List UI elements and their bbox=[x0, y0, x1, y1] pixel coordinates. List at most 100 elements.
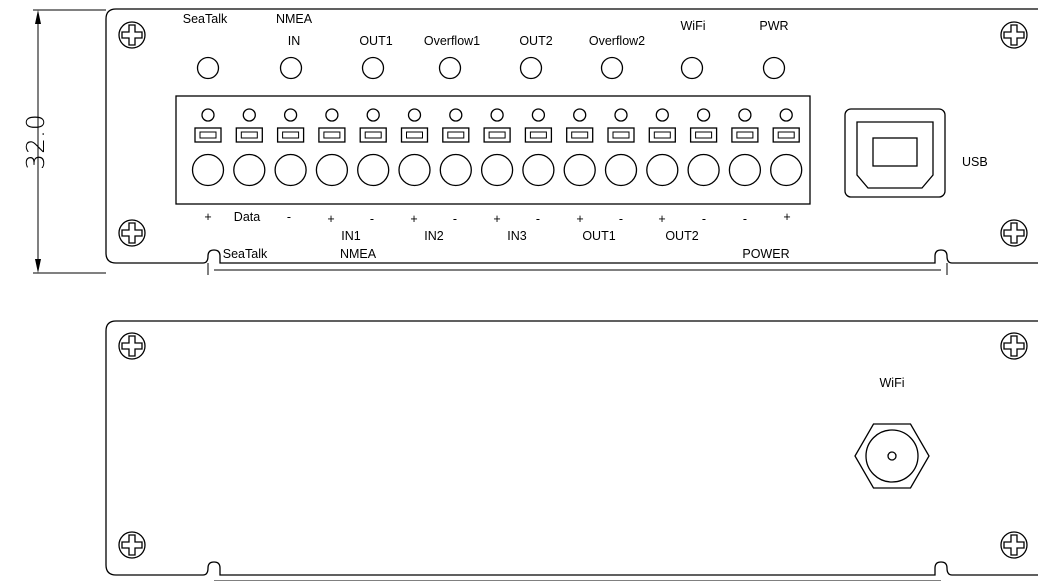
terminal-clamp-slot bbox=[447, 131, 465, 139]
group-label-in3: IN3 bbox=[507, 229, 527, 243]
terminal-wire-entry bbox=[646, 153, 679, 187]
terminal-clamp-slot bbox=[612, 131, 630, 139]
terminal-clamp-slot bbox=[323, 131, 341, 139]
led-label-pwr: PWR bbox=[759, 19, 788, 33]
terminal bbox=[604, 108, 638, 187]
terminal-screw-hole bbox=[490, 108, 504, 122]
terminal-clamp bbox=[318, 127, 346, 143]
dimension-arrow-top bbox=[35, 10, 41, 24]
terminal-screw-hole bbox=[366, 108, 380, 122]
screw-icon bbox=[118, 332, 146, 360]
terminal-screw-hole bbox=[283, 108, 298, 122]
terminal-wire-entry bbox=[439, 153, 472, 187]
terminal-clamp bbox=[359, 127, 387, 143]
terminal-wire-entry bbox=[357, 153, 390, 187]
screw-icon bbox=[1000, 531, 1028, 559]
led-label-seatalk: SeaTalk bbox=[183, 12, 228, 26]
group-label-in1: IN1 bbox=[341, 229, 361, 243]
terminal bbox=[274, 108, 307, 187]
terminal-wire-entry bbox=[687, 153, 720, 187]
terminal-wire-entry bbox=[191, 153, 225, 187]
terminal-screw-hole bbox=[614, 108, 628, 122]
terminal-clamp bbox=[524, 127, 553, 143]
group-label-out2: OUT2 bbox=[665, 229, 698, 243]
terminal-wire-entry bbox=[315, 153, 349, 187]
screw-icon bbox=[1000, 219, 1028, 247]
terminal-wire-entry bbox=[563, 153, 596, 187]
terminal bbox=[191, 108, 225, 187]
usb-port-socket bbox=[856, 121, 934, 189]
terminal-clamp-slot bbox=[529, 131, 547, 139]
terminal bbox=[728, 108, 762, 187]
terminal-screw-hole bbox=[325, 108, 339, 122]
status-led-icon bbox=[361, 56, 385, 80]
terminal-wire-entry bbox=[480, 153, 514, 187]
terminal-clamp bbox=[566, 127, 594, 143]
group-label-power: POWER bbox=[742, 247, 789, 261]
usb-port bbox=[844, 108, 946, 198]
status-led-icon bbox=[762, 56, 786, 80]
terminal-wire-entry bbox=[522, 153, 555, 187]
led-label-nmea: NMEA bbox=[276, 12, 313, 26]
terminal-screw-hole bbox=[201, 108, 215, 122]
terminal-wire-entry bbox=[274, 153, 307, 187]
terminal bbox=[687, 108, 720, 187]
pin-label: + bbox=[204, 210, 211, 224]
terminal-clamp bbox=[689, 127, 718, 143]
terminal bbox=[563, 108, 596, 187]
usb-port-tongue bbox=[872, 137, 918, 167]
antenna-connector-body bbox=[865, 429, 919, 483]
pin-label: - bbox=[287, 210, 291, 224]
screw-icon bbox=[118, 531, 146, 559]
terminal-screw-hole bbox=[242, 108, 256, 122]
terminal-clamp-slot bbox=[695, 131, 713, 139]
status-led-icon bbox=[438, 56, 462, 80]
screw-icon bbox=[1000, 332, 1028, 360]
pin-label: - bbox=[536, 212, 540, 226]
usb-label: USB bbox=[962, 155, 988, 169]
pin-label: + bbox=[410, 212, 417, 226]
status-led-icon bbox=[279, 56, 303, 80]
terminal bbox=[480, 108, 514, 187]
terminal-clamp bbox=[276, 127, 305, 143]
terminal-screw-hole bbox=[573, 108, 587, 122]
terminal-clamp bbox=[442, 127, 470, 143]
terminal-clamp-slot bbox=[282, 131, 300, 139]
antenna-center-pin bbox=[887, 451, 897, 461]
pin-label: Data bbox=[234, 210, 260, 224]
terminal-wire-entry bbox=[728, 153, 762, 187]
terminal-wire-entry bbox=[233, 153, 266, 187]
terminal-clamp-slot bbox=[571, 131, 589, 139]
screw-icon bbox=[118, 219, 146, 247]
terminal-clamp bbox=[607, 127, 635, 143]
terminal-clamp-slot bbox=[777, 131, 795, 139]
pin-label: + bbox=[658, 212, 665, 226]
dimension-arrow-bottom bbox=[35, 259, 41, 273]
terminal-row bbox=[191, 108, 803, 187]
led-label-out1: OUT1 bbox=[359, 34, 392, 48]
back-panel-outline bbox=[105, 320, 1038, 576]
pin-label: - bbox=[743, 212, 747, 226]
led-row bbox=[196, 56, 786, 80]
terminal-clamp-slot bbox=[736, 131, 754, 139]
front-panel: SeaTalk NMEA IN OUT1 Overflow1 OUT2 Over… bbox=[105, 8, 1038, 275]
height-dimension: 32.0 bbox=[21, 9, 106, 274]
dimension-value: 32.0 bbox=[21, 114, 50, 170]
led-label-overflow1: Overflow1 bbox=[424, 34, 480, 48]
terminal bbox=[522, 108, 555, 187]
group-label-nmea: NMEA bbox=[340, 247, 377, 261]
pin-label: - bbox=[370, 212, 374, 226]
terminal-wire-entry bbox=[398, 153, 431, 187]
led-label-in: IN bbox=[288, 34, 301, 48]
terminal bbox=[646, 108, 679, 187]
status-led-icon bbox=[196, 56, 220, 80]
pin-label: + bbox=[493, 212, 500, 226]
pin-label-row: + Data - + - + - + - + - + - - + bbox=[204, 210, 790, 226]
pin-label: + bbox=[576, 212, 583, 226]
terminal-screw-hole bbox=[779, 108, 793, 122]
terminal-wire-entry bbox=[770, 153, 803, 187]
terminal-clamp-slot bbox=[406, 131, 423, 139]
terminal-wire-entry bbox=[604, 153, 638, 187]
terminal-screw-hole bbox=[449, 108, 463, 122]
led-label-overflow2: Overflow2 bbox=[589, 34, 645, 48]
